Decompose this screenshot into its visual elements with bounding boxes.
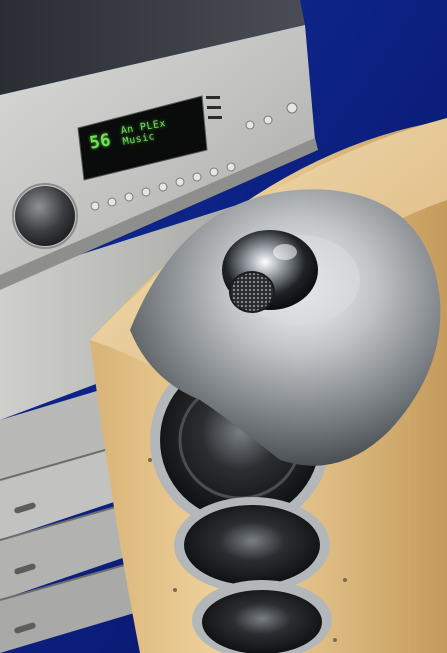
photo-illustration [0, 0, 447, 653]
display-volume: 56 [88, 130, 113, 154]
product-photo: 56 An PLEx Music [0, 0, 447, 653]
volume-knob-icon [15, 186, 75, 246]
